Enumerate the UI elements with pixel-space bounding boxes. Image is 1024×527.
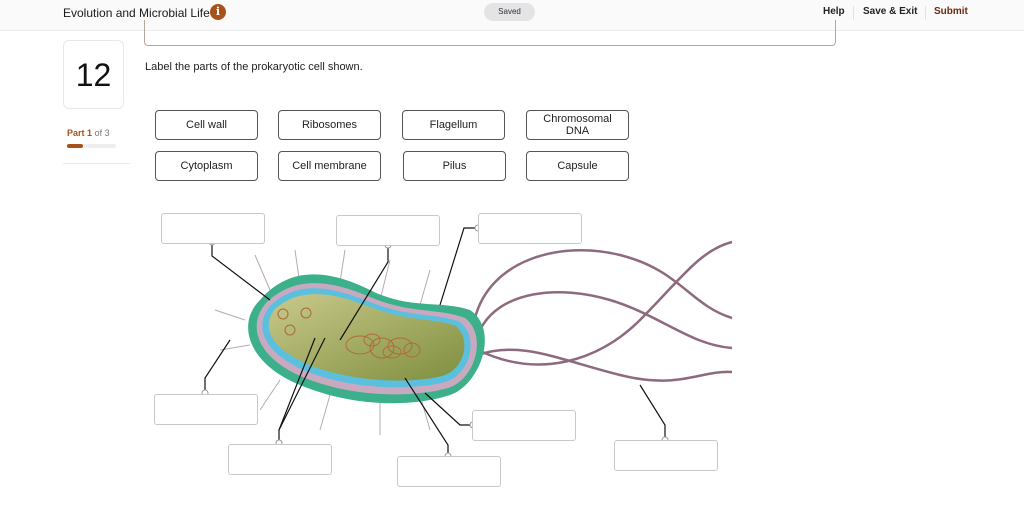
drop-target[interactable] bbox=[154, 394, 258, 425]
drop-target[interactable] bbox=[614, 440, 718, 471]
prokaryotic-cell-diagram bbox=[201, 224, 733, 460]
drop-target[interactable] bbox=[478, 213, 582, 244]
flagella bbox=[473, 240, 733, 382]
drop-target[interactable] bbox=[336, 215, 440, 246]
drop-target[interactable] bbox=[161, 213, 265, 244]
drop-target[interactable] bbox=[228, 444, 332, 475]
drop-target[interactable] bbox=[397, 456, 501, 487]
drop-target[interactable] bbox=[472, 410, 576, 441]
